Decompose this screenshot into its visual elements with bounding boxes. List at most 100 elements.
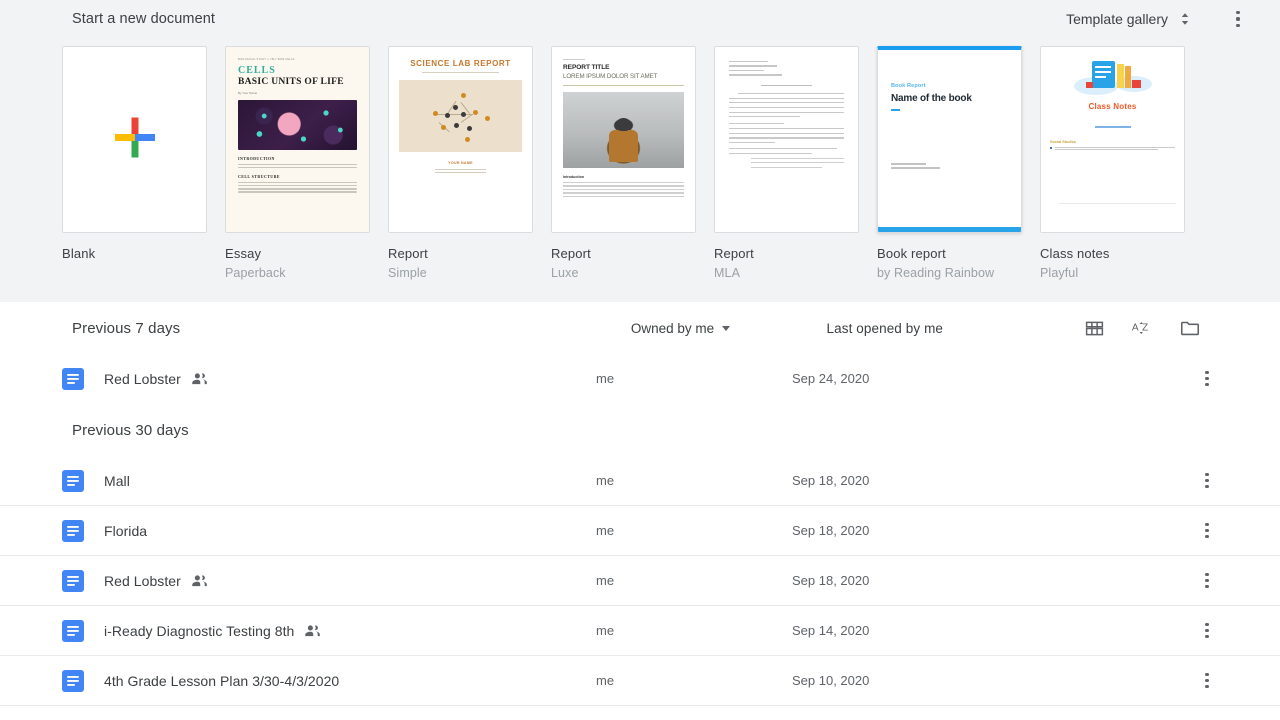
svg-text:Z: Z — [1142, 322, 1148, 333]
folder-icon[interactable] — [1172, 310, 1208, 346]
table-row[interactable]: Mall me Sep 18, 2020 — [0, 456, 1280, 506]
essay-eyebrow: CELLS — [238, 65, 276, 77]
owner-filter-dropdown[interactable]: Owned by me — [631, 321, 827, 336]
owner-cell: me — [596, 473, 615, 488]
luxe-body — [563, 181, 684, 198]
mla-bullet-list — [729, 157, 844, 168]
mla-header-block — [729, 61, 844, 76]
row-more-options-button[interactable] — [1190, 362, 1224, 396]
shared-people-icon — [191, 370, 208, 387]
template-thumbnail-report-simple: SCIENCE LAB REPORT YOUR NAME — [388, 46, 533, 233]
row-more-options-button[interactable] — [1190, 614, 1224, 648]
template-gallery-label: Template gallery — [1066, 11, 1168, 27]
date-cell: Sep 18, 2020 — [792, 523, 870, 538]
template-card-class-notes[interactable]: Class Notes Social Studies Class notes P… — [1040, 46, 1185, 280]
template-subtitle: by Reading Rainbow — [877, 266, 995, 280]
file-name-cell: Mall — [104, 473, 596, 489]
row-more-options-button[interactable] — [1190, 664, 1224, 698]
luxe-subtitle: LOREM IPSUM DOLOR SIT AMET — [563, 72, 658, 80]
simple-molecule-diagram — [399, 80, 522, 153]
luxe-divider — [563, 84, 684, 86]
template-card-essay[interactable]: BIOLOGICAL STUDY 1 / BLY 9000 CELLS CELL… — [225, 46, 370, 280]
file-name-cell: Red Lobster — [104, 370, 596, 387]
row-more-options-button[interactable] — [1190, 514, 1224, 548]
google-docs-icon — [62, 367, 84, 390]
file-name-cell: 4th Grade Lesson Plan 3/30-4/3/2020 — [104, 673, 596, 689]
table-row[interactable]: Florida me Sep 18, 2020 — [0, 506, 1280, 556]
template-thumbnail-book-report: Book Report Name of the book — [877, 46, 1022, 233]
file-group-previous-30-days: Mall me Sep 18, 2020 Florida me Sep 18, … — [0, 456, 1280, 706]
luxe-title: REPORT TITLE — [563, 64, 610, 72]
simple-title: SCIENCE LAB REPORT — [410, 59, 511, 68]
sort-az-icon[interactable]: A Z — [1124, 310, 1160, 346]
table-row[interactable]: Red Lobster me Sep 24, 2020 — [0, 354, 1280, 404]
shared-people-icon — [191, 572, 208, 589]
file-name: Mall — [104, 472, 130, 489]
shared-people-icon — [304, 622, 321, 639]
essay-heading-2: CELL STRUCTURE — [238, 174, 280, 180]
book-footer-lines — [891, 163, 1008, 169]
template-name: Report — [714, 246, 754, 261]
template-gallery-button[interactable]: Template gallery — [1060, 7, 1198, 31]
template-thumbnail-class-notes: Class Notes Social Studies — [1040, 46, 1185, 233]
table-row[interactable]: Red Lobster me Sep 18, 2020 — [0, 556, 1280, 606]
template-name: Class notes — [1040, 246, 1110, 261]
essay-title: BASIC UNITS OF LIFE — [238, 77, 344, 88]
file-name: Florida — [104, 522, 148, 539]
class-notes-books-illustration — [1050, 56, 1175, 100]
google-docs-icon — [62, 519, 84, 542]
template-card-report-mla[interactable]: Report MLA — [714, 46, 859, 280]
luxe-heading: Introduction — [563, 174, 584, 179]
dot — [1236, 11, 1240, 15]
book-accent-dash — [891, 109, 900, 111]
class-notes-sublist — [1050, 154, 1176, 232]
date-cell: Sep 18, 2020 — [792, 573, 870, 588]
template-card-report-luxe[interactable]: REPORT TITLE LOREM IPSUM DOLOR SIT AMET … — [551, 46, 696, 280]
template-card-list: Blank BIOLOGICAL STUDY 1 / BLY 9000 CELL… — [0, 38, 1280, 280]
new-document-strip: Start a new document Template gallery Bl… — [0, 0, 1280, 302]
essay-cell-image — [238, 100, 357, 151]
chevron-down-icon — [722, 325, 731, 331]
dot — [1236, 23, 1240, 27]
table-row[interactable]: 4th Grade Lesson Plan 3/30-4/3/2020 me S… — [0, 656, 1280, 706]
class-notes-date — [1050, 115, 1175, 133]
table-row[interactable]: i-Ready Diagnostic Testing 8th me Sep 14… — [0, 606, 1280, 656]
google-docs-icon — [62, 569, 84, 592]
dot — [1236, 17, 1240, 21]
template-card-report-simple[interactable]: SCIENCE LAB REPORT YOUR NAME Report Simp… — [388, 46, 533, 280]
luxe-photo — [563, 91, 684, 168]
template-name: Report — [551, 246, 591, 261]
owner-cell: me — [596, 673, 615, 688]
book-kicker: Book Report — [891, 83, 926, 89]
template-thumbnail-report-mla — [714, 46, 859, 233]
row-more-options-button[interactable] — [1190, 564, 1224, 598]
grid-view-icon[interactable] — [1076, 310, 1112, 346]
template-subtitle: Luxe — [551, 266, 579, 280]
simple-meta-lines — [434, 169, 487, 174]
class-notes-bullet — [1050, 146, 1175, 152]
template-thumbnail-blank — [62, 46, 207, 233]
strip-more-options-button[interactable] — [1220, 1, 1256, 37]
strip-header: Start a new document Template gallery — [0, 0, 1280, 38]
svg-text:A: A — [1132, 322, 1139, 333]
book-bottom-bar — [878, 227, 1021, 232]
template-subtitle: Paperback — [225, 266, 286, 280]
template-card-book-report[interactable]: Book Report Name of the book Book report… — [877, 46, 1022, 280]
row-more-options-button[interactable] — [1190, 464, 1224, 498]
google-plus-icon — [107, 109, 163, 170]
chevron-up-down-icon — [1178, 11, 1192, 27]
date-cell: Sep 24, 2020 — [792, 371, 870, 386]
template-name: Report — [388, 246, 428, 261]
list-view-controls: A Z — [1076, 310, 1208, 346]
file-name: 4th Grade Lesson Plan 3/30-4/3/2020 — [104, 672, 340, 689]
mla-title-rule — [761, 84, 812, 86]
luxe-kicker-rule — [563, 59, 585, 61]
file-group-previous-7-days: Red Lobster me Sep 24, 2020 — [0, 354, 1280, 404]
simple-author: YOUR NAME — [448, 161, 473, 166]
section-label-previous-7-days: Previous 7 days — [72, 319, 181, 337]
section-label-previous-30-days: Previous 30 days — [72, 421, 189, 439]
google-docs-icon — [62, 469, 84, 492]
template-card-blank[interactable]: Blank — [62, 46, 207, 280]
date-cell: Sep 14, 2020 — [792, 623, 870, 638]
template-thumbnail-report-luxe: REPORT TITLE LOREM IPSUM DOLOR SIT AMET … — [551, 46, 696, 233]
